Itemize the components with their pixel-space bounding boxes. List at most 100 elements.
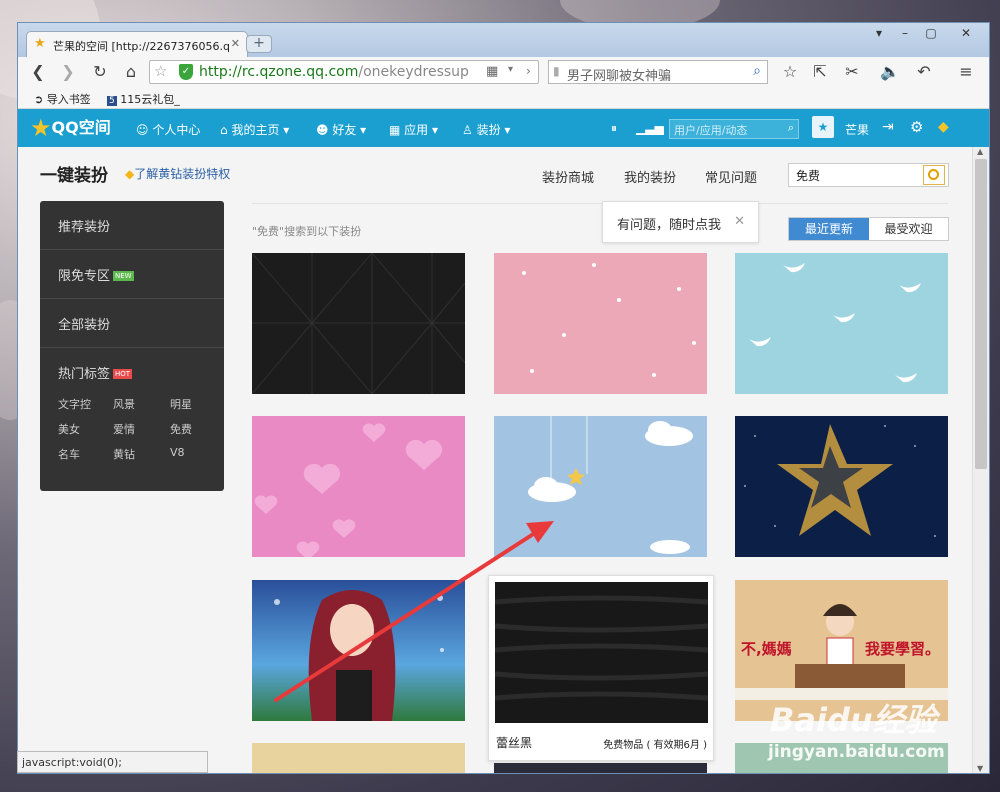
scrollbar-thumb[interactable] xyxy=(975,159,987,469)
yellow-diamond-icon: ◆ xyxy=(125,167,135,181)
search-icon[interactable]: ⌕ xyxy=(753,63,761,79)
nav-friends[interactable]: ☻ 好友 ▾ xyxy=(316,121,366,138)
qrcode-icon[interactable]: ▦ xyxy=(486,64,498,79)
url-text: http://rc.qzone.qq.com/onekeydressup xyxy=(199,64,469,80)
link-faq[interactable]: 常见问题 xyxy=(705,167,757,186)
dots-pattern xyxy=(522,263,696,377)
dropdown-icon[interactable]: ▾ xyxy=(508,64,513,75)
user-icon[interactable]: ▾ xyxy=(866,23,892,43)
tag-beauty[interactable]: 美女 xyxy=(58,421,80,437)
address-bar[interactable]: ☆ ✓ http://rc.qzone.qq.com/onekeydressup… xyxy=(149,60,539,84)
nav-dressup[interactable]: ♙ 装扮 ▾ xyxy=(462,121,510,138)
lace-black-image xyxy=(495,582,708,723)
close-tab-icon[interactable]: ✕ xyxy=(231,37,240,50)
qzone-navbar: ★QQ空间 ☺ 个人中心 ⌂ 我的主页 ▾ ☻ 好友 ▾ ▦ 应用 ▾ ♙ 装扮… xyxy=(18,109,989,147)
privilege-link[interactable]: ◆了解黄钻装扮特权 xyxy=(125,165,230,182)
sort-latest-button[interactable]: 最近更新 xyxy=(789,218,869,240)
tag-free[interactable]: 免费 xyxy=(170,421,192,437)
tag-v8[interactable]: V8 xyxy=(170,446,185,459)
menu-icon[interactable]: ≡ xyxy=(954,61,978,83)
tag-yellow-diamond[interactable]: 黄钻 xyxy=(113,446,135,462)
browser-toolbar: ❮ ❯ ↻ ⌂ ☆ ✓ http://rc.qzone.qq.com/oneke… xyxy=(18,57,989,87)
person-icon: ☺ xyxy=(136,123,149,137)
tag-scenery[interactable]: 风景 xyxy=(113,396,135,412)
link-my-dressup[interactable]: 我的装扮 xyxy=(624,167,676,186)
tag-love[interactable]: 爱情 xyxy=(113,421,135,437)
tab-title: 芒果的空间 [http://2267376056.q xyxy=(53,40,230,53)
divider xyxy=(252,203,948,204)
speaker-icon[interactable]: 🔈 xyxy=(878,61,902,83)
house-icon: ⌂ xyxy=(220,123,228,137)
home-icon[interactable]: ⌂ xyxy=(119,61,143,83)
search-result-text: "免费"搜索到以下装扮 xyxy=(252,225,362,238)
dressup-card-clouds[interactable] xyxy=(494,416,707,557)
browser-search-input[interactable]: 男子网聊被女神骗 xyxy=(567,65,671,84)
logout-icon[interactable]: ⇥ xyxy=(882,119,894,135)
shirt-icon: ♙ xyxy=(462,123,473,137)
share-icon[interactable]: ⇱ xyxy=(808,61,832,83)
tag-cars[interactable]: 名车 xyxy=(58,446,80,462)
nav-apps[interactable]: ▦ 应用 ▾ xyxy=(389,121,438,138)
forward-icon[interactable]: ❯ xyxy=(56,61,80,83)
favorites-star-icon[interactable]: ☆ xyxy=(778,61,802,83)
sidebar-item-all[interactable]: 全部装扮 xyxy=(40,299,224,348)
reload-icon[interactable]: ↻ xyxy=(88,61,112,83)
qzone-search-input[interactable]: 用户/应用/动态 ⌕ xyxy=(669,119,799,139)
help-tooltip[interactable]: 有问题，随时点我 ✕ xyxy=(602,201,759,243)
search-engine-icon: ▮ xyxy=(553,64,560,78)
search-icon[interactable]: ⌕ xyxy=(788,121,794,135)
sort-popular-button[interactable]: 最受欢迎 xyxy=(869,218,948,240)
friends-icon: ☻ xyxy=(316,123,329,137)
scroll-up-icon[interactable]: ▲ xyxy=(977,147,983,156)
back-icon[interactable]: ❮ xyxy=(26,61,50,83)
browser-search-box[interactable]: ▮ 男子网聊被女神骗 ⌕ xyxy=(548,60,768,84)
dressup-card-pink-hearts[interactable] xyxy=(252,416,465,557)
page-scrollbar[interactable]: ▲ ▼ xyxy=(972,147,989,773)
dressup-card-row4-1[interactable] xyxy=(252,743,465,773)
settings-gear-icon[interactable]: ⚙ xyxy=(910,118,923,136)
user-name[interactable]: 芒果 xyxy=(845,121,869,138)
sidebar-item-recommended[interactable]: 推荐装扮 xyxy=(40,201,224,250)
anime-girl-illustration xyxy=(274,590,444,721)
link-dressup-mall[interactable]: 装扮商城 xyxy=(542,167,594,186)
close-icon[interactable]: ✕ xyxy=(734,214,745,229)
dressup-card-anime-girl[interactable] xyxy=(252,580,465,721)
nav-my-home[interactable]: ⌂ 我的主页 ▾ xyxy=(220,121,289,138)
bookmark-import[interactable]: ➲ 导入书签 xyxy=(34,91,91,107)
scissors-icon[interactable]: ✂ xyxy=(840,61,864,83)
qzone-logo[interactable]: ★QQ空间 xyxy=(30,114,111,142)
undo-icon[interactable]: ↶ xyxy=(912,61,936,83)
dressup-search-input[interactable]: 免费 xyxy=(788,163,949,187)
diamond-icon[interactable]: ◆ xyxy=(938,119,949,135)
browser-tab[interactable]: ★ 芒果的空间 [http://2267376056.q ✕ xyxy=(26,31,248,57)
tag-star[interactable]: 明星 xyxy=(170,396,192,412)
minimize-button[interactable]: – xyxy=(892,23,918,43)
page-content: 一键装扮 ◆了解黄钻装扮特权 装扮商城 我的装扮 常见问题 免费 有问题，随时点… xyxy=(18,147,973,773)
avatar[interactable]: ★ xyxy=(812,116,834,138)
dressup-card-black-geometric[interactable] xyxy=(252,253,465,394)
dressup-card-birds[interactable] xyxy=(735,253,948,394)
scroll-down-icon[interactable]: ▼ xyxy=(977,764,983,773)
dressup-card-lace-black-hover[interactable]: 蕾丝黑 免费物品 ( 有效期6月 ) xyxy=(488,575,714,761)
maximize-button[interactable]: ▢ xyxy=(918,23,944,43)
forward-url-icon[interactable]: › xyxy=(526,64,531,78)
sidebar-item-free-zone[interactable]: 限免专区 NEW xyxy=(40,250,224,299)
pause-icon[interactable]: ⏸ xyxy=(611,121,617,136)
bookmarks-bar: ➲ 导入书签 5 115云礼包_ xyxy=(18,87,989,109)
dressup-card-starry-q[interactable] xyxy=(735,416,948,557)
bookmark-115[interactable]: 5 115云礼包_ xyxy=(107,91,180,107)
status-bar: javascript:void(0); xyxy=(17,751,208,773)
close-window-button[interactable]: ✕ xyxy=(946,23,986,43)
nav-personal-center[interactable]: ☺ 个人中心 xyxy=(136,121,200,138)
tag-text-control[interactable]: 文字控 xyxy=(58,396,91,412)
sidebar: 推荐装扮 限免专区 NEW 全部装扮 热门标签 HOT 文字控 风景 明星 美女 爱… xyxy=(40,201,224,491)
dressup-card-pink-dots[interactable] xyxy=(494,253,707,394)
favicon-star-icon: ★ xyxy=(34,36,46,51)
signal-icon[interactable]: ▁▃▅ xyxy=(636,121,664,135)
dressup-card-row4-2[interactable] xyxy=(494,763,707,773)
bookmark-star-icon[interactable]: ☆ xyxy=(154,62,167,80)
new-tab-button[interactable]: + xyxy=(246,35,272,53)
box-115-icon: 5 xyxy=(107,96,117,106)
search-icon[interactable] xyxy=(923,165,945,185)
hearts-pattern xyxy=(254,423,443,557)
